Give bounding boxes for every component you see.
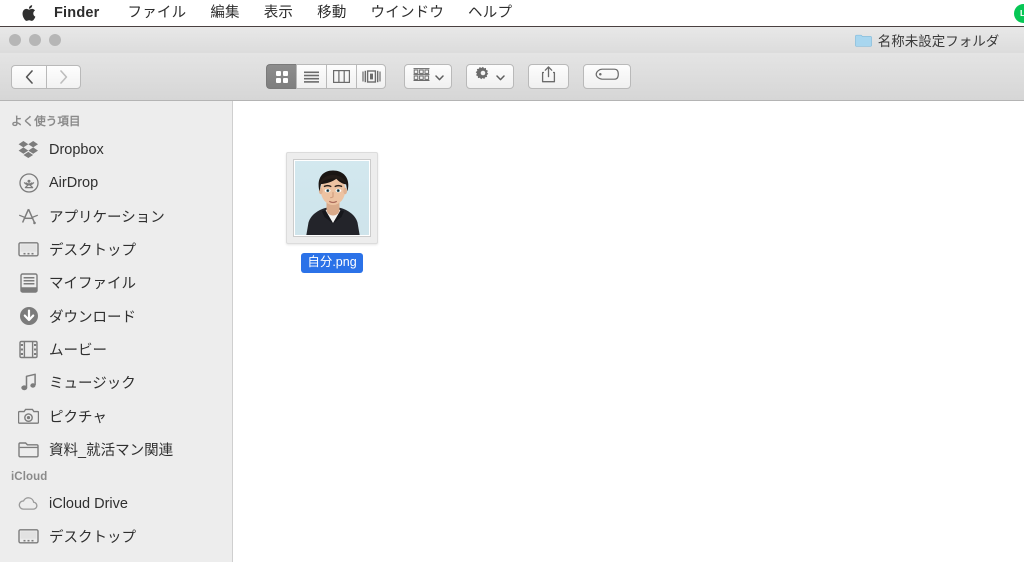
window-title: 名称未設定フォルダ bbox=[0, 27, 1024, 53]
chevron-down-icon bbox=[496, 68, 505, 86]
sidebar-item-music[interactable]: ミュージック bbox=[0, 366, 232, 399]
back-button[interactable] bbox=[11, 64, 46, 89]
file-browser-content[interactable]: 自分.png bbox=[233, 101, 1024, 562]
desktop-icon bbox=[18, 239, 39, 260]
share-button[interactable] bbox=[528, 64, 569, 89]
close-button[interactable] bbox=[9, 34, 21, 46]
sidebar-item-shiryou-folder[interactable]: 資料_就活マン関連 bbox=[0, 433, 232, 466]
menu-item-finder[interactable]: Finder bbox=[54, 0, 116, 27]
forward-button[interactable] bbox=[46, 64, 81, 89]
finder-sidebar[interactable]: よく使う項目 Dropbox AirDrop アプリケーション デスクトップ マ… bbox=[0, 101, 233, 562]
sidebar-item-myfiles[interactable]: マイファイル bbox=[0, 266, 232, 299]
folder-icon bbox=[854, 34, 872, 47]
sidebar-item-label: AirDrop bbox=[49, 174, 99, 191]
dropbox-icon bbox=[18, 139, 39, 160]
desktop-screen: Finder ファイル 編集 表示 移動 ウインドウ ヘルプ LI bbox=[0, 0, 1024, 562]
myfiles-icon bbox=[18, 272, 39, 293]
folder-icon bbox=[18, 439, 39, 460]
sidebar-item-label: ピクチャ bbox=[49, 409, 107, 426]
arrange-button[interactable] bbox=[404, 64, 452, 89]
menu-item-go[interactable]: 移動 bbox=[305, 0, 358, 27]
apple-logo-icon[interactable] bbox=[20, 3, 36, 23]
sidebar-item-pictures[interactable]: ピクチャ bbox=[0, 399, 232, 432]
gear-icon bbox=[475, 66, 491, 87]
sidebar-item-label: Dropbox bbox=[49, 141, 104, 158]
tag-button[interactable] bbox=[583, 64, 631, 89]
sidebar-section-favorites-header: よく使う項目 bbox=[11, 116, 81, 128]
sidebar-item-movies[interactable]: ムービー bbox=[0, 333, 232, 366]
menu-item-file[interactable]: ファイル bbox=[116, 0, 199, 27]
sidebar-item-applications[interactable]: アプリケーション bbox=[0, 200, 232, 233]
menu-bar-status-area: LI bbox=[1014, 0, 1024, 26]
sidebar-item-icloud-drive[interactable]: iCloud Drive bbox=[0, 487, 232, 520]
music-icon bbox=[18, 372, 39, 393]
airdrop-icon bbox=[18, 172, 39, 193]
window-title-bar: 名称未設定フォルダ bbox=[0, 27, 1024, 53]
arrange-grid-icon bbox=[413, 67, 430, 86]
image-thumbnail[interactable] bbox=[286, 152, 378, 244]
menu-item-help[interactable]: ヘルプ bbox=[456, 0, 524, 27]
downloads-icon bbox=[18, 306, 39, 327]
view-mode-buttons bbox=[266, 64, 386, 89]
minimize-button[interactable] bbox=[29, 34, 41, 46]
sidebar-section-icloud-header: iCloud bbox=[11, 470, 48, 483]
menu-bar: Finder ファイル 編集 表示 移動 ウインドウ ヘルプ LI bbox=[0, 0, 1024, 27]
sidebar-item-label: ミュージック bbox=[49, 376, 136, 393]
portrait-photo bbox=[294, 160, 370, 236]
file-name-label[interactable]: 自分.png bbox=[301, 253, 363, 273]
navigation-buttons bbox=[11, 64, 81, 89]
list-view-button[interactable] bbox=[296, 64, 326, 89]
sidebar-item-label: アプリケーション bbox=[49, 209, 165, 226]
pictures-icon bbox=[18, 406, 39, 427]
tag-icon bbox=[595, 68, 619, 86]
file-item[interactable]: 自分.png bbox=[277, 152, 387, 273]
sidebar-item-label: 資料_就活マン関連 bbox=[49, 442, 174, 459]
share-icon bbox=[541, 65, 556, 88]
column-view-button[interactable] bbox=[326, 64, 356, 89]
cloud-icon bbox=[18, 493, 39, 514]
action-button[interactable] bbox=[466, 64, 514, 89]
window-controls bbox=[0, 34, 61, 46]
coverflow-view-button[interactable] bbox=[356, 64, 386, 89]
sidebar-item-label: デスクトップ bbox=[49, 530, 136, 547]
applications-icon bbox=[18, 206, 39, 227]
finder-window: 名称未設定フォルダ よく使う項目 Dropbox AirDrop アプリケーショ… bbox=[0, 27, 1024, 562]
sidebar-item-label: マイファイル bbox=[49, 276, 136, 293]
sidebar-item-label: iCloud Drive bbox=[49, 495, 128, 512]
line-status-icon[interactable]: LI bbox=[1014, 3, 1024, 23]
zoom-button[interactable] bbox=[49, 34, 61, 46]
sidebar-item-label: デスクトップ bbox=[49, 243, 136, 260]
sidebar-item-desktop[interactable]: デスクトップ bbox=[0, 233, 232, 266]
window-body: よく使う項目 Dropbox AirDrop アプリケーション デスクトップ マ… bbox=[0, 101, 1024, 562]
icon-view-button[interactable] bbox=[266, 64, 296, 89]
sidebar-item-airdrop[interactable]: AirDrop bbox=[0, 166, 232, 199]
desktop-icon bbox=[18, 526, 39, 547]
menu-item-window[interactable]: ウインドウ bbox=[359, 0, 457, 27]
sidebar-item-label: ムービー bbox=[49, 342, 107, 359]
finder-toolbar bbox=[0, 53, 1024, 101]
window-title-label: 名称未設定フォルダ bbox=[877, 34, 1000, 49]
movies-icon bbox=[18, 339, 39, 360]
sidebar-item-downloads[interactable]: ダウンロード bbox=[0, 299, 232, 332]
menu-item-view[interactable]: 表示 bbox=[252, 0, 305, 27]
menu-item-edit[interactable]: 編集 bbox=[198, 0, 251, 27]
sidebar-item-dropbox[interactable]: Dropbox bbox=[0, 133, 232, 166]
sidebar-item-icloud-desktop[interactable]: デスクトップ bbox=[0, 520, 232, 553]
chevron-down-icon bbox=[434, 68, 444, 86]
sidebar-item-label: ダウンロード bbox=[49, 309, 136, 326]
